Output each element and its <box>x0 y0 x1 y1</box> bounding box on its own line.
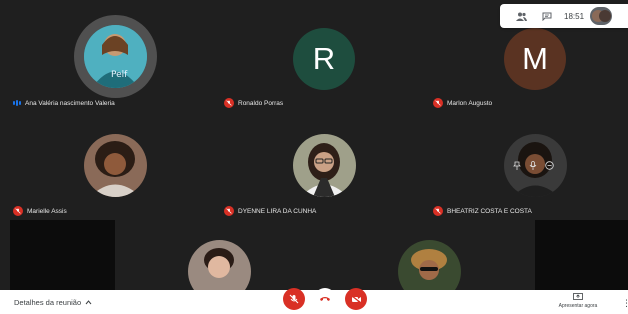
ana-photo-icon: Pelf <box>84 25 147 88</box>
present-now-button[interactable]: Apresentar agora <box>552 293 604 309</box>
mic-off-icon <box>433 206 443 216</box>
leave-call-button[interactable] <box>314 288 336 310</box>
camera-off-icon <box>351 295 361 303</box>
dyenne-photo-icon <box>293 134 356 197</box>
mic-toggle-button[interactable] <box>283 288 305 310</box>
video-grid: Pelf R M Ana Valéria nascimento Valeria … <box>0 0 628 290</box>
empty-tile-left <box>10 220 115 290</box>
participant-photo-icon <box>398 240 461 290</box>
participant-name: Marielle Assis <box>27 207 67 215</box>
participant-name: Marlon Augusto <box>447 99 493 107</box>
participant-photo-icon <box>188 240 251 290</box>
avatar-initial: R <box>312 41 336 76</box>
participant-name-tag: Ronaldo Porras <box>224 97 283 109</box>
mic-off-icon <box>224 206 234 216</box>
participant-photo-ana: Pelf <box>84 25 147 88</box>
hang-up-icon <box>320 297 330 301</box>
participant-photo-bottom-1 <box>188 240 251 290</box>
present-screen-icon <box>573 293 583 300</box>
marielle-photo-icon <box>84 134 147 197</box>
mic-off-icon <box>224 98 234 108</box>
mic-off-icon <box>289 294 299 304</box>
self-view-thumbnail[interactable] <box>590 7 613 25</box>
participant-name-tag: Ana Valéria nascimento Valeria <box>13 97 115 109</box>
participant-name-tag: Marielle Assis <box>13 205 67 217</box>
participant-name-tag: BHEATRIZ COSTA E COSTA <box>433 205 532 217</box>
participant-photo-bottom-2 <box>398 240 461 290</box>
participant-avatar-ronaldo: R <box>293 28 355 90</box>
clock: 18:51 <box>564 11 585 21</box>
svg-text:Pelf: Pelf <box>111 70 128 80</box>
mic-off-icon <box>13 206 23 216</box>
top-right-controls: 18:51 <box>500 4 628 28</box>
tile-hover-controls <box>512 160 554 170</box>
participant-photo-marielle <box>84 134 147 197</box>
avatar-initial: M <box>522 41 548 76</box>
chat-button[interactable] <box>534 5 560 27</box>
mic-off-icon <box>433 98 443 108</box>
participant-name: Ronaldo Porras <box>238 99 284 107</box>
remove-participant-icon[interactable] <box>544 160 554 170</box>
meeting-details-button[interactable]: Detalhes da reunião <box>14 298 92 307</box>
empty-tile-right <box>535 220 628 290</box>
people-icon <box>515 12 527 21</box>
camera-toggle-button[interactable] <box>345 288 367 310</box>
self-avatars-icon <box>592 10 612 22</box>
meeting-details-label: Detalhes da reunião <box>14 298 82 307</box>
participant-name-tag: Marlon Augusto <box>433 97 492 109</box>
speaking-indicator-icon <box>13 100 21 106</box>
present-now-label: Apresentar agora <box>558 303 598 309</box>
pin-icon[interactable] <box>512 160 522 170</box>
more-options-icon[interactable]: ⋮ <box>622 298 628 309</box>
participant-name: Ana Valéria nascimento Valeria <box>25 99 115 107</box>
bottom-toolbar: Detalhes da reunião Apresentar agora ⋮ <box>0 288 628 314</box>
participant-name: BHEATRIZ COSTA E COSTA <box>447 207 532 215</box>
participant-photo-dyenne <box>293 134 356 197</box>
participant-name: DYENNE LIRA DA CUNHA <box>238 207 317 215</box>
mute-participant-icon[interactable] <box>528 160 538 170</box>
chevron-up-icon <box>85 300 92 305</box>
participant-avatar-marlon: M <box>504 28 566 90</box>
people-button[interactable] <box>508 5 534 27</box>
chat-icon <box>542 12 552 21</box>
participant-name-tag: DYENNE LIRA DA CUNHA <box>224 205 316 217</box>
